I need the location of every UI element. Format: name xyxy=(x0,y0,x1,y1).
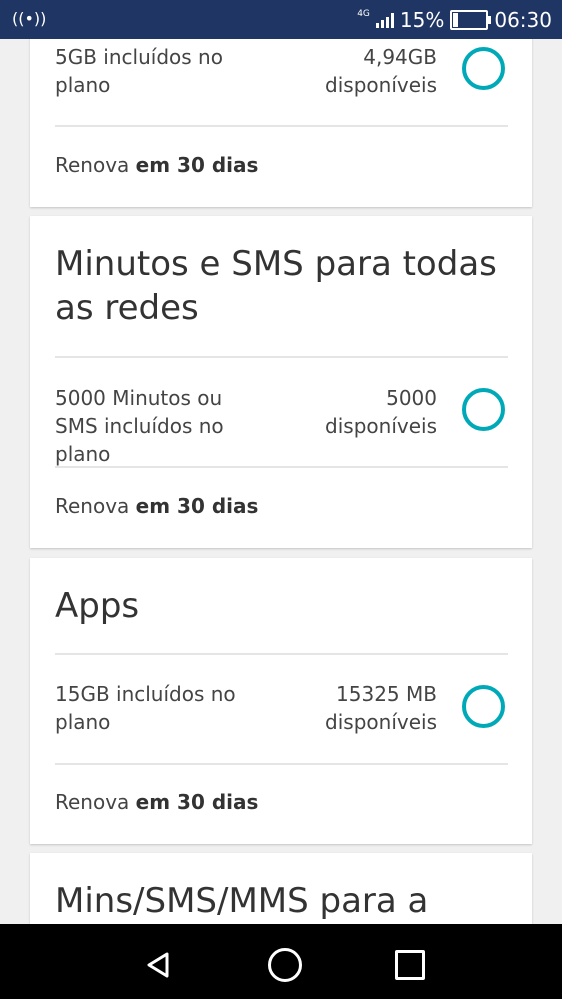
network-type: 4G xyxy=(357,9,370,19)
recent-apps-icon[interactable] xyxy=(395,950,425,980)
card-title: Minutos e SMS para todas as redes xyxy=(55,244,497,328)
minutes-available-value: 5000 xyxy=(386,386,437,410)
data-card: 5GB incluídos no plano 4,94GB disponívei… xyxy=(30,39,532,207)
divider xyxy=(55,466,508,468)
mins-sms-mms-card: Mins/SMS/MMS para a xyxy=(30,853,532,924)
renewal-period: em 30 dias xyxy=(135,494,259,518)
card-title: Mins/SMS/MMS para a xyxy=(55,881,429,921)
navigation-bar xyxy=(0,924,562,999)
wireless-icon: ((•)) xyxy=(12,9,47,28)
status-bar: ((•)) 4G 15% 06:30 xyxy=(0,0,562,39)
usage-ring-icon xyxy=(462,47,505,90)
minutes-available: 5000 disponíveis xyxy=(267,384,437,440)
renewal-prefix: Renova xyxy=(55,494,130,518)
signal-icon xyxy=(375,12,394,28)
apps-available: 15325 MB disponíveis xyxy=(267,680,437,736)
divider xyxy=(55,125,508,127)
minutes-available-label: disponíveis xyxy=(325,414,437,438)
apps-available-label: disponíveis xyxy=(325,710,437,734)
minutes-allowance: 5000 Minutos ou SMS incluídos no plano xyxy=(55,386,224,466)
data-allowance: 5GB incluídos no plano xyxy=(55,45,223,97)
divider xyxy=(55,653,508,655)
card-title: Apps xyxy=(55,586,140,626)
renewal-info: Renova em 30 dias xyxy=(55,492,258,520)
battery-icon xyxy=(450,10,492,30)
apps-available-value: 15325 MB xyxy=(336,682,437,706)
apps-allowance: 15GB incluídos no plano xyxy=(55,682,236,734)
renewal-info: Renova em 30 dias xyxy=(55,151,258,179)
plan-list[interactable]: 5GB incluídos no plano 4,94GB disponívei… xyxy=(0,39,562,924)
divider xyxy=(55,356,508,358)
battery-percent: 15% xyxy=(399,8,445,32)
renewal-prefix: Renova xyxy=(55,153,130,177)
renewal-prefix: Renova xyxy=(55,790,130,814)
minutes-sms-card: Minutos e SMS para todas as redes 5000 M… xyxy=(30,216,532,548)
renewal-info: Renova em 30 dias xyxy=(55,788,258,816)
home-icon[interactable] xyxy=(268,948,302,982)
back-icon[interactable] xyxy=(143,950,173,980)
renewal-period: em 30 dias xyxy=(135,790,259,814)
divider xyxy=(55,763,508,765)
usage-ring-icon xyxy=(462,685,505,728)
apps-card: Apps 15GB incluídos no plano 15325 MB di… xyxy=(30,558,532,844)
renewal-period: em 30 dias xyxy=(135,153,259,177)
data-available: 4,94GB disponíveis xyxy=(267,43,437,99)
data-available-value: 4,94GB xyxy=(363,45,437,69)
data-available-label: disponíveis xyxy=(325,73,437,97)
usage-ring-icon xyxy=(462,388,505,431)
status-right-group: 4G 15% 06:30 xyxy=(357,8,552,32)
status-time: 06:30 xyxy=(494,8,552,32)
